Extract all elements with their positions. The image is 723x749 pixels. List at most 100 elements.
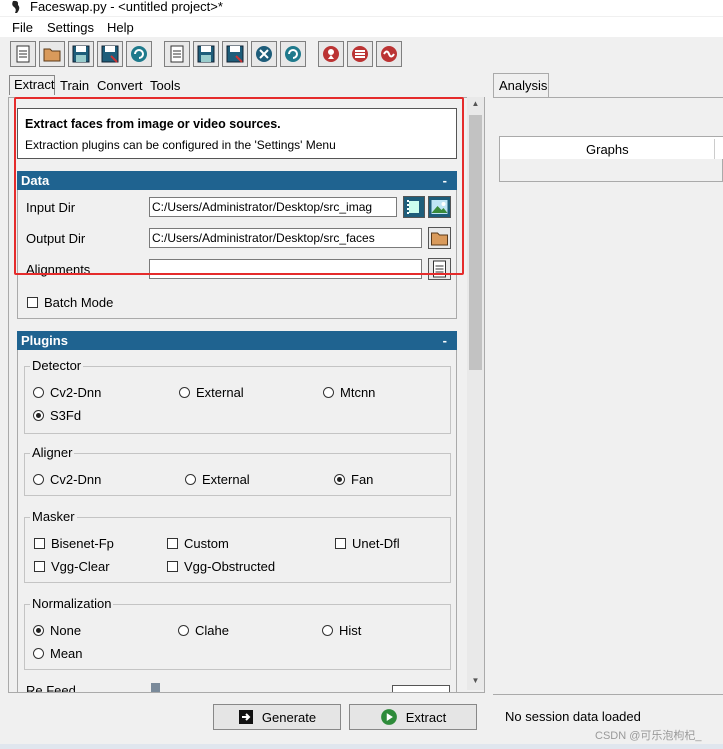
tab-analysis[interactable]: Analysis [493,73,549,97]
normalization-option-mean[interactable]: Mean [33,646,83,661]
radio-button[interactable] [33,474,44,485]
refeed-slider-handle[interactable] [151,683,160,692]
exit-button[interactable] [376,41,402,67]
title-bar: Faceswap.py - <untitled project>* [0,0,723,16]
aligner-option-cv2-dnn[interactable]: Cv2-Dnn [33,472,101,487]
batch-mode-checkbox[interactable] [27,297,38,308]
status-divider [493,694,723,695]
settings-button[interactable] [347,41,373,67]
option-label: External [196,385,244,400]
tab-convert[interactable]: Convert [93,77,147,97]
scroll-up-icon[interactable]: ▲ [469,99,482,111]
radio-button-selected[interactable] [33,410,44,421]
help-button[interactable] [318,41,344,67]
extract-button[interactable]: Extract [349,704,477,730]
checkbox[interactable] [34,538,45,549]
option-label: S3Fd [50,408,82,423]
tab-extract[interactable]: Extract [9,75,55,95]
option-label: Unet-Dfl [352,536,400,551]
radio-button[interactable] [322,625,333,636]
generate-label: Generate [261,709,317,725]
close-icon [256,46,272,62]
save-icon [197,45,215,63]
export-icon [238,710,253,724]
settings-icon [352,46,368,62]
save-as-icon [101,45,119,63]
normalization-option-hist[interactable]: Hist [322,623,361,638]
graphs-panel: Graphs [499,136,723,182]
save-project-as-button[interactable] [97,41,123,67]
new-document-icon [170,45,184,63]
option-label: Vgg-Clear [51,559,110,574]
new-task-button[interactable] [164,41,190,67]
reload-task-button[interactable] [280,41,306,67]
tab-train[interactable]: Train [56,77,93,97]
detector-option-external[interactable]: External [179,385,244,400]
close-task-button[interactable] [251,41,277,67]
menu-file[interactable]: File [12,20,33,35]
normalization-group [24,604,451,670]
radio-button[interactable] [33,648,44,659]
plugins-section-collapse[interactable]: - [443,333,447,348]
normalization-option-none[interactable]: None [33,623,81,638]
scrollbar-thumb[interactable] [469,115,482,370]
tab-tools[interactable]: Tools [146,77,184,97]
radio-button[interactable] [179,387,190,398]
masker-label: Masker [30,509,77,524]
masker-option-vgg-obstructed[interactable]: Vgg-Obstructed [167,559,275,574]
option-label: Clahe [195,623,229,638]
radio-button[interactable] [33,387,44,398]
detector-option-mtcnn[interactable]: Mtcnn [323,385,375,400]
session-status: No session data loaded [505,709,641,724]
radio-button[interactable] [185,474,196,485]
reload-project-button[interactable] [126,41,152,67]
masker-option-vgg-clear[interactable]: Vgg-Clear [34,559,110,574]
refeed-row: Re Feed [17,683,466,692]
detector-option-cv2-dnn[interactable]: Cv2-Dnn [33,385,101,400]
play-icon [380,709,397,725]
radio-button[interactable] [178,625,189,636]
menu-settings[interactable]: Settings [47,20,94,35]
radio-button-selected[interactable] [33,625,44,636]
app-logo-icon [12,0,20,14]
radio-button-selected[interactable] [334,474,345,485]
checkbox[interactable] [335,538,346,549]
analysis-divider [493,97,723,98]
masker-option-unet-dfl[interactable]: Unet-Dfl [335,536,400,551]
save-task-button[interactable] [193,41,219,67]
checkbox[interactable] [167,561,178,572]
masker-option-custom[interactable]: Custom [167,536,229,551]
option-label: Cv2-Dnn [50,472,102,487]
detector-option-s3fd[interactable]: S3Fd [33,408,81,423]
open-project-button[interactable] [39,41,65,67]
help-icon [323,46,339,62]
normalization-label: Normalization [30,596,114,611]
save-as-icon [226,45,244,63]
window-title: Faceswap.py - <untitled project>* [30,0,223,14]
refeed-label: Re Feed [26,683,76,692]
option-label: Mtcnn [340,385,376,400]
menu-help[interactable]: Help [107,20,134,35]
save-project-button[interactable] [68,41,94,67]
graphs-label: Graphs [586,142,629,157]
generate-button[interactable]: Generate [213,704,341,730]
checkbox[interactable] [34,561,45,572]
masker-option-bisenet-fp[interactable]: Bisenet-Fp [34,536,114,551]
scroll-down-icon[interactable]: ▼ [469,676,482,688]
graphs-separator [714,139,715,159]
aligner-option-fan[interactable]: Fan [334,472,373,487]
aligner-label: Aligner [30,445,75,460]
radio-button[interactable] [323,387,334,398]
detector-group [24,366,451,434]
option-label: Fan [351,472,374,487]
checkbox[interactable] [167,538,178,549]
normalization-option-clahe[interactable]: Clahe [178,623,229,638]
aligner-option-external[interactable]: External [185,472,250,487]
save-task-as-button[interactable] [222,41,248,67]
save-icon [72,45,90,63]
option-label: Custom [184,536,229,551]
plugins-section-header[interactable]: Plugins - [17,331,457,350]
batch-mode-option[interactable]: Batch Mode [27,295,113,310]
new-project-button[interactable] [10,41,36,67]
refeed-spinbox[interactable] [392,685,450,692]
